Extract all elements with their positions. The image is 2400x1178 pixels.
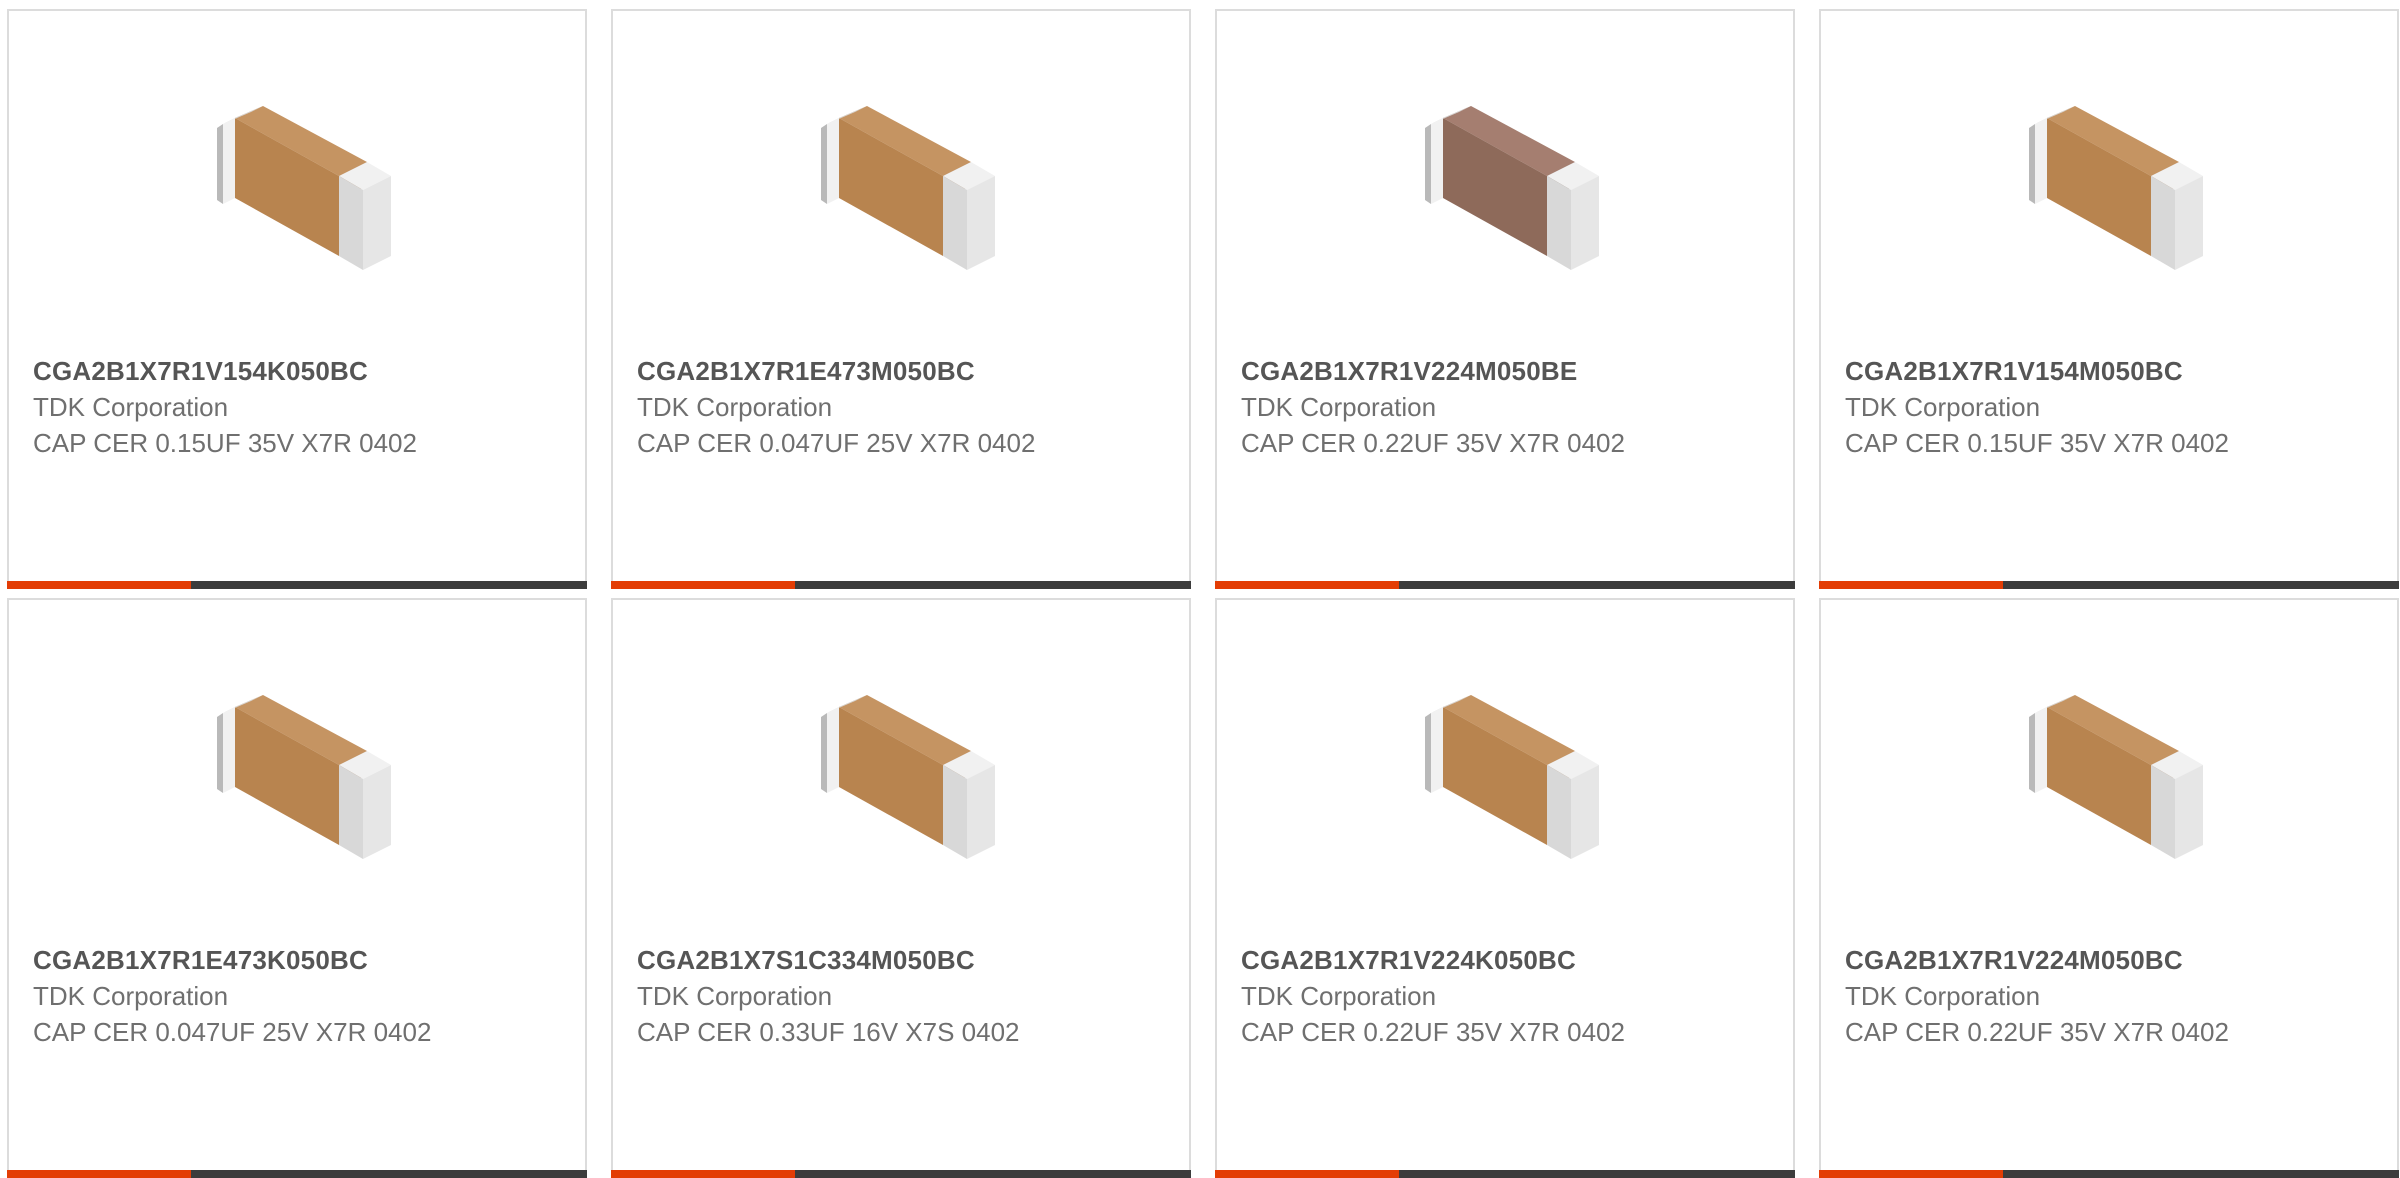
product-info: CGA2B1X7R1V224K050BC TDK Corporation CAP… (1241, 942, 1681, 1050)
product-card-6[interactable]: CGA2B1X7S1C334M050BC TDK Corporation CAP… (611, 598, 1191, 1178)
accent-bar-segment (611, 581, 795, 589)
accent-bar-segment (7, 581, 191, 589)
card-footer-bar (1215, 1170, 1795, 1178)
ceramic-capacitor-icon (2029, 106, 2203, 270)
part-number-link[interactable]: CGA2B1X7R1E473K050BC (33, 942, 473, 978)
ceramic-capacitor-icon (1425, 106, 1599, 270)
part-number-link[interactable]: CGA2B1X7R1V224M050BC (1845, 942, 2285, 978)
card-footer-bar (1819, 1170, 2399, 1178)
product-info: CGA2B1X7R1V224M050BE TDK Corporation CAP… (1241, 353, 1681, 461)
product-image[interactable] (2009, 669, 2209, 869)
product-description: CAP CER 0.15UF 35V X7R 0402 (1845, 428, 2229, 458)
part-number-link[interactable]: CGA2B1X7S1C334M050BC (637, 942, 1077, 978)
manufacturer-name: TDK Corporation (33, 981, 229, 1011)
product-card-3[interactable]: CGA2B1X7R1V224M050BE TDK Corporation CAP… (1215, 9, 1795, 589)
product-card-5[interactable]: CGA2B1X7R1E473K050BC TDK Corporation CAP… (7, 598, 587, 1178)
accent-bar-segment (1215, 581, 1399, 589)
product-info: CGA2B1X7R1E473M050BC TDK Corporation CAP… (637, 353, 1077, 461)
product-image[interactable] (801, 669, 1001, 869)
dark-bar-segment (795, 581, 1191, 589)
ceramic-capacitor-icon (821, 695, 995, 859)
part-number-link[interactable]: CGA2B1X7R1E473M050BC (637, 353, 1077, 389)
ceramic-capacitor-icon (2029, 695, 2203, 859)
manufacturer-name: TDK Corporation (637, 981, 833, 1011)
dark-bar-segment (2003, 581, 2399, 589)
product-card-8[interactable]: CGA2B1X7R1V224M050BC TDK Corporation CAP… (1819, 598, 2399, 1178)
manufacturer-name: TDK Corporation (33, 392, 229, 422)
product-card-4[interactable]: CGA2B1X7R1V154M050BC TDK Corporation CAP… (1819, 9, 2399, 589)
card-footer-bar (1819, 581, 2399, 589)
product-card-1[interactable]: CGA2B1X7R1V154K050BC TDK Corporation CAP… (7, 9, 587, 589)
product-description: CAP CER 0.33UF 16V X7S 0402 (637, 1017, 1020, 1047)
product-description: CAP CER 0.22UF 35V X7R 0402 (1241, 1017, 1625, 1047)
product-info: CGA2B1X7R1V154M050BC TDK Corporation CAP… (1845, 353, 2285, 461)
product-image[interactable] (197, 669, 397, 869)
product-description: CAP CER 0.22UF 35V X7R 0402 (1845, 1017, 2229, 1047)
product-info: CGA2B1X7S1C334M050BC TDK Corporation CAP… (637, 942, 1077, 1050)
manufacturer-name: TDK Corporation (1241, 981, 1437, 1011)
product-grid: CGA2B1X7R1V154K050BC TDK Corporation CAP… (7, 9, 2400, 1178)
product-card-7[interactable]: CGA2B1X7R1V224K050BC TDK Corporation CAP… (1215, 598, 1795, 1178)
accent-bar-segment (1215, 1170, 1399, 1178)
manufacturer-name: TDK Corporation (1845, 392, 2041, 422)
card-footer-bar (611, 581, 1191, 589)
product-card-2[interactable]: CGA2B1X7R1E473M050BC TDK Corporation CAP… (611, 9, 1191, 589)
part-number-link[interactable]: CGA2B1X7R1V154K050BC (33, 353, 473, 389)
card-footer-bar (7, 1170, 587, 1178)
accent-bar-segment (1819, 581, 2003, 589)
dark-bar-segment (2003, 1170, 2399, 1178)
product-image[interactable] (801, 80, 1001, 280)
dark-bar-segment (795, 1170, 1191, 1178)
card-footer-bar (1215, 581, 1795, 589)
dark-bar-segment (191, 581, 587, 589)
product-info: CGA2B1X7R1V154K050BC TDK Corporation CAP… (33, 353, 473, 461)
part-number-link[interactable]: CGA2B1X7R1V224M050BE (1241, 353, 1681, 389)
product-info: CGA2B1X7R1E473K050BC TDK Corporation CAP… (33, 942, 473, 1050)
accent-bar-segment (1819, 1170, 2003, 1178)
ceramic-capacitor-icon (217, 695, 391, 859)
ceramic-capacitor-icon (821, 106, 995, 270)
card-footer-bar (611, 1170, 1191, 1178)
product-image[interactable] (1405, 80, 1605, 280)
product-image[interactable] (1405, 669, 1605, 869)
part-number-link[interactable]: CGA2B1X7R1V154M050BC (1845, 353, 2285, 389)
ceramic-capacitor-icon (1425, 695, 1599, 859)
accent-bar-segment (7, 1170, 191, 1178)
dark-bar-segment (1399, 581, 1795, 589)
part-number-link[interactable]: CGA2B1X7R1V224K050BC (1241, 942, 1681, 978)
dark-bar-segment (1399, 1170, 1795, 1178)
manufacturer-name: TDK Corporation (637, 392, 833, 422)
dark-bar-segment (191, 1170, 587, 1178)
ceramic-capacitor-icon (217, 106, 391, 270)
product-description: CAP CER 0.22UF 35V X7R 0402 (1241, 428, 1625, 458)
product-description: CAP CER 0.047UF 25V X7R 0402 (33, 1017, 432, 1047)
product-image[interactable] (197, 80, 397, 280)
product-image[interactable] (2009, 80, 2209, 280)
product-info: CGA2B1X7R1V224M050BC TDK Corporation CAP… (1845, 942, 2285, 1050)
card-footer-bar (7, 581, 587, 589)
accent-bar-segment (611, 1170, 795, 1178)
manufacturer-name: TDK Corporation (1241, 392, 1437, 422)
manufacturer-name: TDK Corporation (1845, 981, 2041, 1011)
product-description: CAP CER 0.15UF 35V X7R 0402 (33, 428, 417, 458)
product-description: CAP CER 0.047UF 25V X7R 0402 (637, 428, 1036, 458)
